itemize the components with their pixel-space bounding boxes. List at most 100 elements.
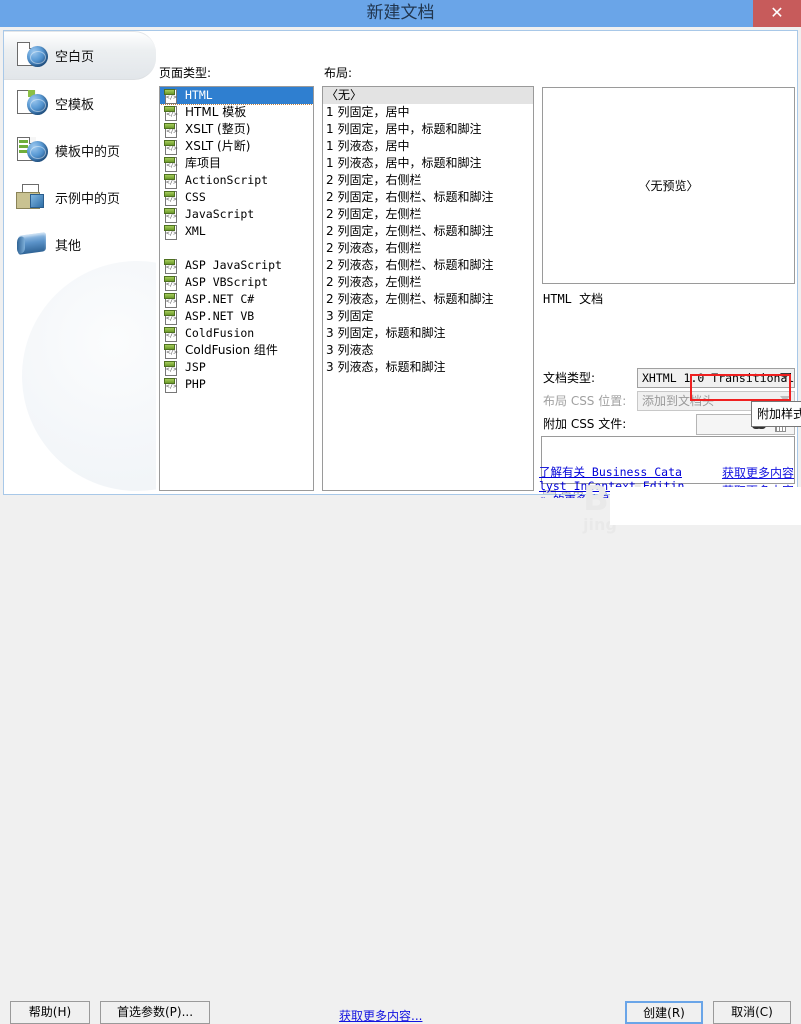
list-item-label: XSLT (整页) — [185, 121, 250, 138]
list-item[interactable]: 2 列液态，右侧栏 — [323, 240, 533, 257]
list-item[interactable]: </> ASP VBScript — [160, 274, 313, 291]
list-item-label: ASP VBScript — [185, 274, 268, 291]
list-item[interactable]: </> HTML 模板 — [160, 104, 313, 121]
globe-watermark-decoration — [22, 261, 156, 491]
close-icon[interactable]: ✕ — [753, 0, 801, 27]
preview-placeholder: 〈无预览〉 — [543, 177, 794, 194]
list-item[interactable]: </> XSLT (片断) — [160, 138, 313, 155]
layout-label: 布局: — [324, 64, 352, 81]
sidebar-item-label: 其他 — [55, 235, 81, 254]
document-icon: </> — [163, 292, 178, 307]
new-document-dialog: 新建文档 ✕ 空白页 空模板 — [0, 0, 801, 526]
page-type-listbox[interactable]: </> HTML </> HTML 模板 </> XSLT (整页) </> X… — [159, 86, 314, 491]
sidebar-item-label: 空白页 — [55, 46, 94, 65]
create-button[interactable]: 创建(R) — [625, 1001, 703, 1024]
list-item[interactable]: 3 列液态，标题和脚注 — [323, 359, 533, 376]
layout-listbox[interactable]: 〈无〉 1 列固定，居中 1 列固定，居中，标题和脚注 1 列液态，居中 1 列… — [322, 86, 534, 491]
blank-template-icon — [16, 88, 50, 120]
list-item-label: JavaScript — [185, 206, 254, 223]
document-icon: </> — [163, 343, 178, 358]
page-from-sample-icon — [16, 182, 50, 214]
document-icon: </> — [163, 139, 178, 154]
document-icon: </> — [163, 105, 178, 120]
list-item[interactable]: </> 库项目 — [160, 155, 313, 172]
list-item[interactable]: 1 列固定，居中，标题和脚注 — [323, 121, 533, 138]
attach-stylesheet-tooltip: 附加样式表 — [751, 401, 801, 427]
list-item[interactable]: </> ColdFusion — [160, 325, 313, 342]
title-bar: 新建文档 ✕ — [0, 0, 801, 27]
doctype-label: 文档类型: — [543, 368, 595, 388]
document-icon: </> — [163, 326, 178, 341]
list-item-label: ASP.NET VB — [185, 308, 254, 325]
cancel-button[interactable]: 取消(C) — [713, 1001, 791, 1024]
get-more-content-footer-link[interactable]: 获取更多内容... — [339, 1007, 422, 1024]
list-item-label: CSS — [185, 189, 206, 206]
list-item-label: JSP — [185, 359, 206, 376]
dialog-body: 空白页 空模板 模板中的页 — [0, 27, 801, 498]
document-icon: </> — [163, 122, 178, 137]
list-item[interactable]: </> XSLT (整页) — [160, 121, 313, 138]
list-item[interactable]: 3 列液态 — [323, 342, 533, 359]
list-item[interactable]: 2 列固定，左侧栏、标题和脚注 — [323, 223, 533, 240]
document-description: HTML 文档 — [543, 290, 603, 307]
list-item[interactable]: </> ColdFusion 组件 — [160, 342, 313, 359]
list-item[interactable]: </> JavaScript — [160, 206, 313, 223]
sidebar-item-page-from-sample[interactable]: 示例中的页 — [4, 174, 156, 221]
document-icon: </> — [163, 207, 178, 222]
blank-page-icon — [16, 40, 50, 72]
list-item[interactable]: 2 列液态，左侧栏、标题和脚注 — [323, 291, 533, 308]
list-item-label: ActionScript — [185, 172, 268, 189]
document-icon: </> — [163, 173, 178, 188]
list-item-label: ASP JavaScript — [185, 257, 282, 274]
list-item-label: ColdFusion 组件 — [185, 342, 278, 359]
list-item-label: HTML 模板 — [185, 104, 246, 121]
list-item[interactable]: 3 列固定，标题和脚注 — [323, 325, 533, 342]
list-item[interactable]: </> XML — [160, 223, 313, 240]
sidebar-item-blank-template[interactable]: 空模板 — [4, 80, 156, 127]
list-item[interactable]: 1 列固定，居中 — [323, 104, 533, 121]
document-icon: </> — [163, 377, 178, 392]
list-item[interactable]: 1 列液态，居中 — [323, 138, 533, 155]
list-item-label: ASP.NET C# — [185, 291, 254, 308]
list-item[interactable]: 3 列固定 — [323, 308, 533, 325]
list-item[interactable]: 2 列液态，右侧栏、标题和脚注 — [323, 257, 533, 274]
list-item-label: ColdFusion — [185, 325, 254, 342]
sidebar-item-page-from-template[interactable]: 模板中的页 — [4, 127, 156, 174]
preview-and-options-panel: 〈无预览〉 HTML 文档 文档类型: XHTML 1.0 Transition… — [541, 84, 797, 494]
list-item[interactable]: </> CSS — [160, 189, 313, 206]
preferences-button[interactable]: 首选参数(P)... — [100, 1001, 210, 1024]
list-item[interactable]: 2 列固定，右侧栏、标题和脚注 — [323, 189, 533, 206]
list-item[interactable]: 2 列固定，右侧栏 — [323, 172, 533, 189]
list-group-separator — [160, 240, 313, 257]
help-button[interactable]: 帮助(H) — [10, 1001, 90, 1024]
list-item[interactable]: </> ASP JavaScript — [160, 257, 313, 274]
list-item[interactable]: 2 列固定，左侧栏 — [323, 206, 533, 223]
document-icon: </> — [163, 360, 178, 375]
list-item[interactable]: </> ASP.NET VB — [160, 308, 313, 325]
list-item[interactable]: </> ASP.NET C# — [160, 291, 313, 308]
page-from-template-icon — [16, 135, 50, 167]
list-item[interactable]: </> HTML — [160, 87, 313, 104]
document-icon: </> — [163, 309, 178, 324]
document-icon: </> — [163, 258, 178, 273]
category-sidebar: 空白页 空模板 模板中的页 — [4, 31, 156, 494]
list-item[interactable]: 〈无〉 — [323, 87, 533, 104]
popup-overlay-panel — [610, 487, 801, 525]
other-icon — [16, 229, 50, 261]
list-item[interactable]: 2 列液态，左侧栏 — [323, 274, 533, 291]
list-item-label: 库项目 — [185, 155, 221, 172]
page-type-label: 页面类型: — [159, 64, 211, 81]
list-item[interactable]: </> ActionScript — [160, 172, 313, 189]
list-item[interactable]: </> PHP — [160, 376, 313, 393]
get-more-content-link-1[interactable]: 获取更多内容 — [722, 464, 794, 481]
document-icon: </> — [163, 88, 178, 103]
list-item-label: PHP — [185, 376, 206, 393]
sidebar-item-other[interactable]: 其他 — [4, 221, 156, 268]
layout-css-label: 布局 CSS 位置: — [543, 391, 626, 411]
dialog-title: 新建文档 — [0, 0, 801, 27]
list-item[interactable]: 1 列液态，居中，标题和脚注 — [323, 155, 533, 172]
list-item-label: HTML — [185, 87, 213, 104]
sidebar-item-label: 模板中的页 — [55, 141, 120, 160]
list-item[interactable]: </> JSP — [160, 359, 313, 376]
sidebar-item-blank-page[interactable]: 空白页 — [4, 31, 156, 80]
